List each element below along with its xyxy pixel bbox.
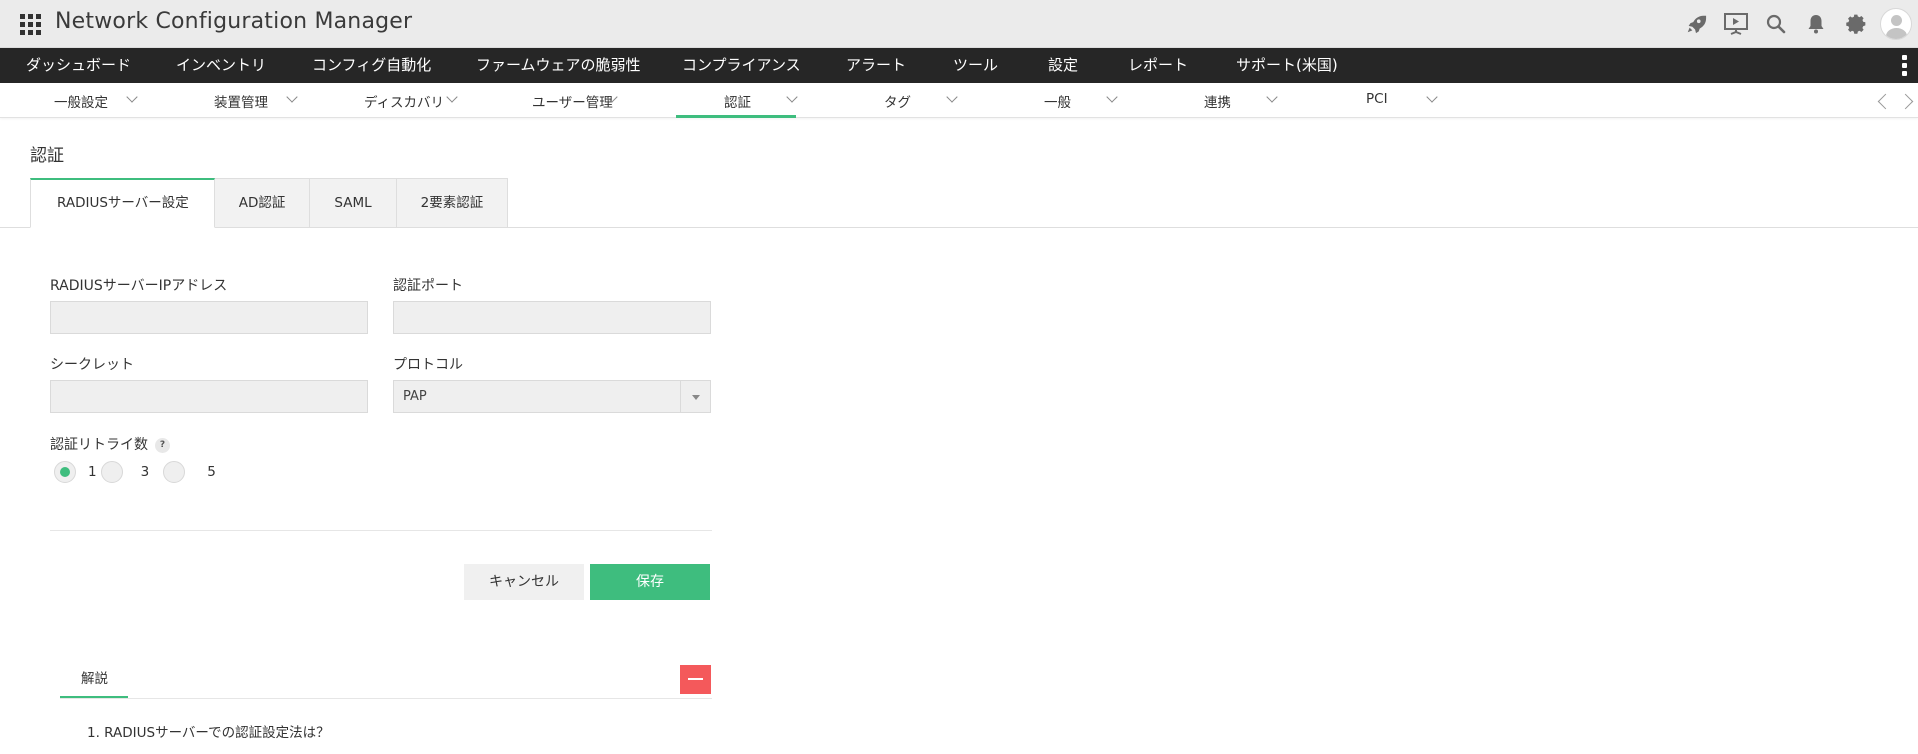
nav-dashboard[interactable]: ダッシュボード [26,48,131,83]
rocket-icon[interactable] [1676,0,1716,48]
nav-support[interactable]: サポート(米国) [1236,48,1338,83]
dropdown-arrow-icon[interactable] [680,381,710,412]
subnav-user-management[interactable]: ユーザー管理 [480,83,640,118]
nav-config-automation[interactable]: コンフィグ自動化 [312,48,431,83]
top-toolbar [1676,0,1918,48]
chevron-down-icon [786,91,798,103]
subnav-label: 装置管理 [214,95,268,111]
retry-count-label-text: 認証リトライ数 [50,437,148,453]
secret-input[interactable] [50,380,368,413]
retry-count-label: 認証リトライ数? [50,434,170,454]
retry-radio-5[interactable] [163,461,186,483]
app-title: Network Configuration Manager [55,9,413,34]
nav-reports[interactable]: レポート [1128,48,1188,83]
more-menu-icon[interactable] [1902,55,1908,76]
subnav-label: 連携 [1204,95,1231,111]
subnav-tags[interactable]: タグ [820,83,980,118]
retry-radio-3-label: 3 [140,464,150,480]
server-ip-label: RADIUSサーバーIPアドレス [50,278,228,294]
subnav-pci[interactable]: PCI [1300,83,1460,118]
nav-alerts[interactable]: アラート [846,48,906,83]
collapse-icon[interactable] [680,665,711,694]
nav-compliance[interactable]: コンプライアンス [682,48,801,83]
nav-inventory[interactable]: インベントリ [176,48,266,83]
subnav-general[interactable]: 一般 [980,83,1140,118]
subnav-device-management[interactable]: 装置管理 [160,83,320,118]
tab-two-factor[interactable]: 2要素認証 [396,178,509,228]
search-icon[interactable] [1756,0,1796,48]
protocol-label: プロトコル [393,357,463,373]
explanation-tab[interactable]: 解説 [60,665,128,698]
faq-item[interactable]: 1. RADIUSサーバーでの認証設定法は？ [87,721,330,741]
server-ip-input[interactable] [50,301,368,334]
chevron-down-icon [1106,91,1118,103]
auth-tabs: RADIUSサーバー設定 AD認証 SAML 2要素認証 [30,178,509,228]
form-divider [50,530,712,531]
subnav-discovery[interactable]: ディスカバリ [320,83,480,118]
sub-nav: 一般設定 装置管理 ディスカバリ ユーザー管理 認証 タグ 一般 連携 PCI [0,83,1918,118]
chevron-down-icon [1266,91,1278,103]
subnav-integration[interactable]: 連携 [1140,83,1300,118]
save-button[interactable]: 保存 [590,564,710,600]
nav-tools[interactable]: ツール [953,48,998,83]
presentation-icon[interactable] [1716,0,1756,48]
help-icon[interactable]: ? [155,438,170,453]
retry-radio-1[interactable] [54,461,76,483]
chevron-down-icon [1426,91,1438,103]
subnav-label: 一般 [1044,95,1071,111]
subnav-label: ディスカバリ [364,95,445,111]
tab-saml[interactable]: SAML [310,178,397,228]
subnav-authentication[interactable]: 認証 [660,83,820,118]
cancel-button[interactable]: キャンセル [464,564,584,600]
retry-radio-1-label: 1 [88,464,97,480]
secret-label: シークレット [50,357,134,373]
title-bar: Network Configuration Manager [0,0,1918,48]
chevron-right-icon[interactable] [1898,91,1916,111]
subnav-label: PCI [1366,91,1388,107]
user-avatar[interactable] [1880,8,1912,40]
subnav-label: タグ [884,95,911,111]
explanation-divider [60,698,712,699]
page-title: 認証 [30,146,64,166]
tab-ad-auth[interactable]: AD認証 [214,178,311,228]
main-nav: ダッシュボード インベントリ コンフィグ自動化 ファームウェアの脆弱性 コンプラ… [0,48,1918,83]
app-grid-icon[interactable] [20,14,41,35]
retry-radio-3[interactable] [100,461,123,483]
protocol-select[interactable]: PAP [393,380,711,413]
tab-radius-server[interactable]: RADIUSサーバー設定 [30,178,215,228]
chevron-left-icon[interactable] [1874,91,1892,111]
chevron-down-icon [286,91,298,103]
protocol-value: PAP [403,389,427,404]
chevron-down-icon [946,91,958,103]
retry-radio-5-label: 5 [207,464,216,480]
nav-firmware-vulnerability[interactable]: ファームウェアの脆弱性 [476,48,641,83]
subnav-label: 一般設定 [54,95,108,111]
nav-settings[interactable]: 設定 [1048,48,1078,83]
gear-icon[interactable] [1836,0,1876,48]
bell-icon[interactable] [1796,0,1836,48]
retry-count-radio-group: 1 3 5 [54,460,220,484]
subnav-label: 認証 [724,95,751,111]
subnav-general-settings[interactable]: 一般設定 [0,83,160,118]
port-label: 認証ポート [393,278,463,294]
chevron-down-icon [446,91,458,103]
chevron-down-icon [126,91,138,103]
subnav-label: ユーザー管理 [532,95,613,111]
port-input[interactable] [393,301,711,334]
